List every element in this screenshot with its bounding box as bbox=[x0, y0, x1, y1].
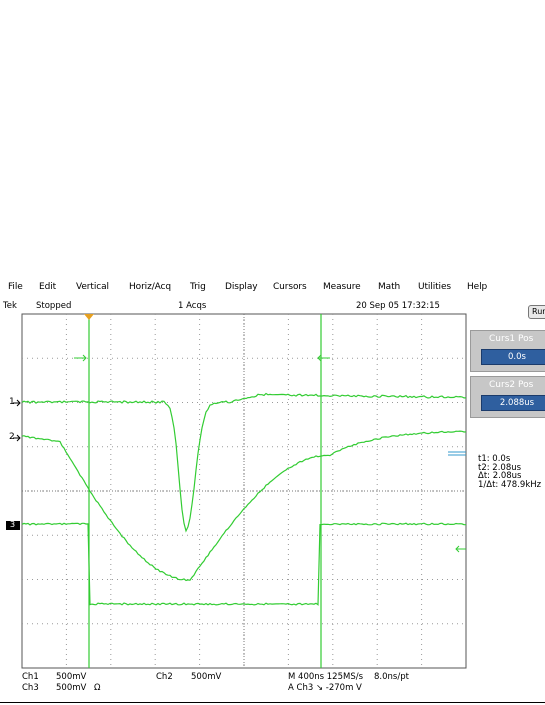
ch3-label[interactable]: Ch3 bbox=[22, 683, 39, 693]
bottom-divider bbox=[0, 702, 545, 703]
ch2-marker[interactable]: 2 bbox=[9, 432, 15, 442]
curs2-title: Curs2 Pos bbox=[489, 380, 534, 390]
ch2-label[interactable]: Ch2 bbox=[156, 672, 173, 682]
ch2-scale[interactable]: 500mV bbox=[191, 672, 221, 682]
ch3-scale[interactable]: 500mV bbox=[56, 683, 86, 693]
ch1-label[interactable]: Ch1 bbox=[22, 672, 39, 682]
curs1-pos-box[interactable]: Curs1 Pos 0.0s bbox=[470, 330, 545, 372]
ch3-marker[interactable]: 3 bbox=[10, 520, 15, 529]
ch3-coupling: Ω bbox=[94, 683, 101, 693]
curs1-value[interactable]: 0.0s bbox=[481, 349, 545, 365]
curs2-value[interactable]: 2.088us bbox=[481, 395, 545, 411]
run-button[interactable]: Run bbox=[528, 305, 545, 319]
curs2-pos-box[interactable]: Curs2 Pos 2.088us bbox=[470, 376, 545, 418]
curs1-title: Curs1 Pos bbox=[489, 334, 534, 344]
ch1-marker[interactable]: 1 bbox=[9, 397, 15, 407]
waveform-display[interactable] bbox=[0, 0, 545, 705]
trigger-readout[interactable]: A Ch3 ↘ -270m V bbox=[288, 683, 362, 693]
timebase-readout[interactable]: M 400ns 125MS/s bbox=[288, 672, 363, 682]
cursor-inverse-delta: 1/Δt: 478.9kHz bbox=[478, 479, 542, 490]
sample-rate-readout: 8.0ns/pt bbox=[374, 672, 409, 682]
cursor-readout: t1: 0.0s t2: 2.08us Δt: 2.08us 1/Δt: 478… bbox=[478, 455, 541, 489]
ch1-scale[interactable]: 500mV bbox=[56, 672, 86, 682]
